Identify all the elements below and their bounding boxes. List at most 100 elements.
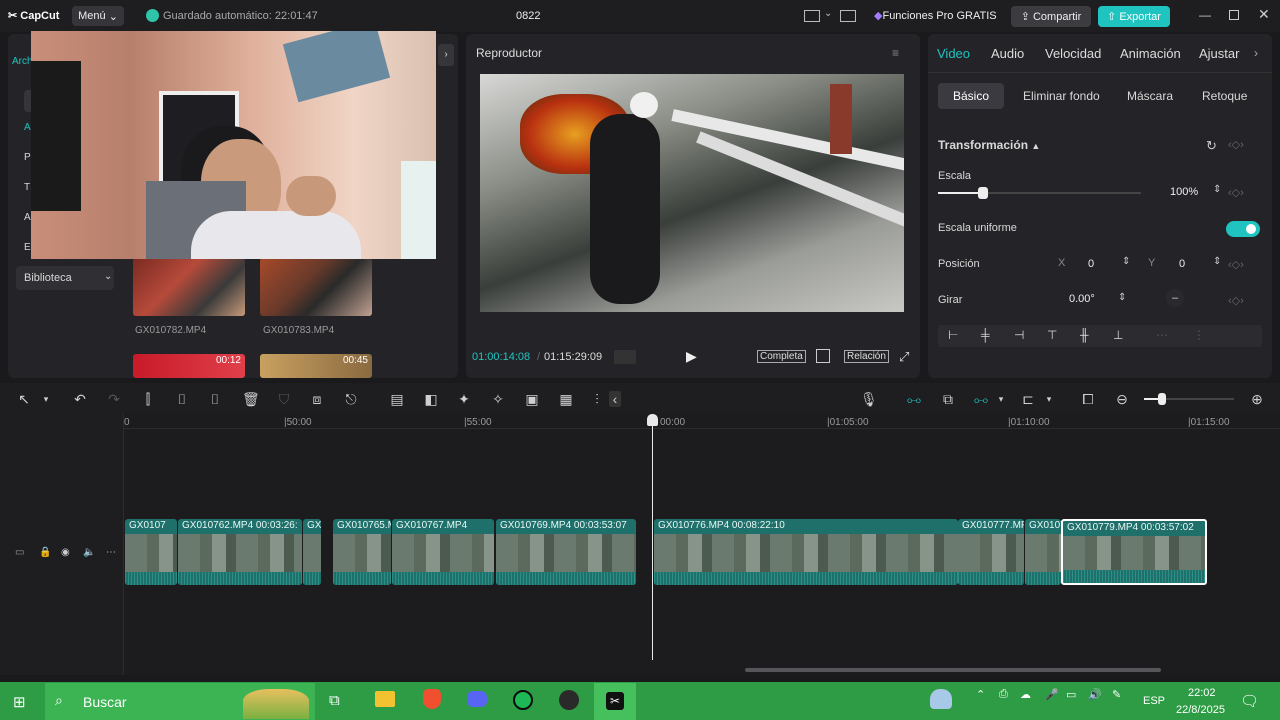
align-top-icon[interactable]: ⊤ <box>1047 328 1057 342</box>
transform-section[interactable]: Transformación ▲ <box>938 138 1040 152</box>
tab-animation[interactable]: Animación <box>1120 46 1181 61</box>
distribute-v-icon[interactable]: ⋮ <box>1193 328 1205 342</box>
subtab-mask[interactable]: Máscara <box>1127 89 1173 103</box>
clock-date[interactable]: 22/8/2025 <box>1176 704 1225 716</box>
microphone-icon[interactable]: 🎙 <box>860 391 878 407</box>
rotate-input[interactable]: 0.00° <box>1069 293 1095 305</box>
menu-button[interactable]: Menú ⌄ <box>72 6 124 26</box>
obs-icon[interactable] <box>559 690 579 710</box>
link-icon[interactable]: ⧉ <box>940 391 956 407</box>
subtab-retouch[interactable]: Retoque <box>1202 89 1247 103</box>
lock-icon[interactable]: 🔒 <box>39 547 51 558</box>
side-item-effects[interactable]: E <box>24 242 31 253</box>
rotate-stepper-icon[interactable]: ⇕ <box>1118 292 1126 303</box>
side-item-a[interactable]: A <box>24 212 31 223</box>
keyframe-icon[interactable]: ‹◇› <box>1228 294 1244 307</box>
more-icon[interactable]: ⋯ <box>106 547 116 558</box>
timeline-clip[interactable]: GX010769.MP4 00:03:53:07 <box>496 519 636 585</box>
keyframe-icon[interactable]: ‹◇› <box>1228 186 1244 199</box>
position-x-input[interactable]: 0 <box>1088 258 1094 270</box>
speaker-icon[interactable]: 🔈 <box>83 547 95 558</box>
linkage-icon[interactable]: ⧟ <box>973 391 989 407</box>
playhead[interactable] <box>652 420 653 660</box>
hamburger-icon[interactable]: ≡ <box>892 46 899 60</box>
timeline-clip[interactable]: GX010765.M <box>333 519 391 585</box>
toolbar-collapse-icon[interactable]: ‹ <box>609 391 621 407</box>
redo-icon[interactable]: ↷ <box>106 391 122 407</box>
distribute-h-icon[interactable]: ⋯ <box>1156 328 1168 342</box>
media-thumb-1[interactable] <box>133 258 245 316</box>
keyframe-icon[interactable]: ‹◇› <box>1228 138 1244 151</box>
split-right-icon[interactable]: ⌷ <box>207 391 223 407</box>
task-view-icon[interactable]: ⧉ <box>329 692 340 709</box>
horizontal-scrollbar[interactable] <box>745 668 1161 672</box>
mirror-icon[interactable]: ◧ <box>423 391 439 407</box>
tray-app-icon[interactable]: ⎙ <box>999 688 1008 701</box>
spotify-icon[interactable] <box>513 690 533 710</box>
timeline-clip[interactable]: GX010776.MP4 00:08:22:10 <box>654 519 958 585</box>
notifications-icon[interactable]: 🗨 <box>1240 692 1259 710</box>
align-bottom-icon[interactable]: ⊥ <box>1113 328 1123 342</box>
share-button[interactable]: ⇪ Compartir <box>1011 6 1091 27</box>
brave-browser-icon[interactable] <box>423 689 441 709</box>
position-y-stepper-icon[interactable]: ⇕ <box>1213 256 1221 267</box>
uniform-scale-toggle[interactable] <box>1226 221 1260 237</box>
scale-value[interactable]: 100% <box>1170 186 1198 198</box>
tab-video[interactable]: Video <box>937 46 970 61</box>
search-box[interactable]: ⌕ Buscar <box>45 683 315 720</box>
layout-chevron-icon[interactable]: ⌄ <box>824 8 832 19</box>
preview-axis-chevron-icon[interactable]: ▾ <box>1041 391 1057 407</box>
delete-icon[interactable]: 🗑 <box>242 391 260 407</box>
library-dropdown[interactable]: Biblioteca ⌄ <box>16 266 114 290</box>
layout-icon[interactable] <box>804 10 820 22</box>
shortcut-icon[interactable] <box>840 10 856 22</box>
eye-icon[interactable]: ◉ <box>61 547 70 558</box>
scale-stepper-icon[interactable]: ⇕ <box>1213 184 1221 195</box>
audio-split-icon[interactable]: ⫶ <box>589 391 605 407</box>
shield-icon[interactable]: ⛉ <box>276 391 292 407</box>
split-icon[interactable]: ⫿ <box>140 391 156 407</box>
freeze-icon[interactable]: ▦ <box>558 391 574 407</box>
scale-knob[interactable] <box>977 187 988 199</box>
subtab-remove-bg[interactable]: Eliminar fondo <box>1023 89 1100 103</box>
subtitle-icon[interactable]: ▤ <box>389 391 405 407</box>
minimize-icon[interactable]: — <box>1199 8 1211 22</box>
media-thumb-4[interactable]: 00:45 <box>260 354 372 378</box>
align-left-icon[interactable]: ⊢ <box>948 328 958 342</box>
timeline-clip-selected[interactable]: GX010779.MP4 00:03:57:02 <box>1061 519 1207 585</box>
keyframe-icon[interactable]: ‹◇› <box>1228 258 1244 271</box>
magic-icon[interactable]: ✧ <box>490 391 506 407</box>
ratio-button[interactable]: Relación <box>844 350 889 363</box>
effect-icon[interactable]: ✦ <box>456 391 472 407</box>
linkage-chevron-icon[interactable]: ▾ <box>993 391 1009 407</box>
playhead-handle[interactable] <box>647 414 658 426</box>
export-button[interactable]: ⇧ Exportar <box>1098 6 1170 27</box>
play-icon[interactable]: ▶ <box>686 348 697 365</box>
magnet-icon[interactable]: ⧟ <box>906 391 922 407</box>
select-cursor-icon[interactable]: ↖ <box>16 391 32 407</box>
file-explorer-icon[interactable] <box>375 691 395 707</box>
tab-adjust[interactable]: Ajustar <box>1199 46 1239 61</box>
capcut-taskbar-item[interactable]: ✂ <box>594 683 636 720</box>
tray-chevron-icon[interactable]: ⌃ <box>976 688 985 701</box>
tab-speed[interactable]: Velocidad <box>1045 46 1101 61</box>
undo-icon[interactable]: ↶ <box>72 391 88 407</box>
discord-icon[interactable] <box>467 691 487 707</box>
timeline-clip[interactable]: GX0107 <box>1025 519 1061 585</box>
reset-icon[interactable]: ↻ <box>1206 138 1217 154</box>
align-center-v-icon[interactable]: ╫ <box>1080 328 1089 342</box>
tab-audio[interactable]: Audio <box>991 46 1024 61</box>
rotate-dial[interactable]: – <box>1166 289 1184 307</box>
media-tab-label[interactable]: Arch <box>12 56 33 67</box>
media-thumb-3[interactable]: 00:12 <box>133 354 245 378</box>
zoom-slider[interactable] <box>1144 393 1234 405</box>
maximize-icon[interactable] <box>1229 10 1239 20</box>
timeline-clip[interactable]: GX <box>303 519 321 585</box>
scale-slider[interactable] <box>938 187 1141 199</box>
side-item-text[interactable]: T <box>24 182 30 193</box>
zoom-out-icon[interactable]: ⊖ <box>1114 391 1130 407</box>
quality-button[interactable]: Completa <box>757 350 806 363</box>
side-item-p[interactable]: P <box>24 152 31 163</box>
cursor-chevron-icon[interactable]: ▾ <box>38 391 54 407</box>
side-item-audio[interactable]: A <box>24 122 31 133</box>
